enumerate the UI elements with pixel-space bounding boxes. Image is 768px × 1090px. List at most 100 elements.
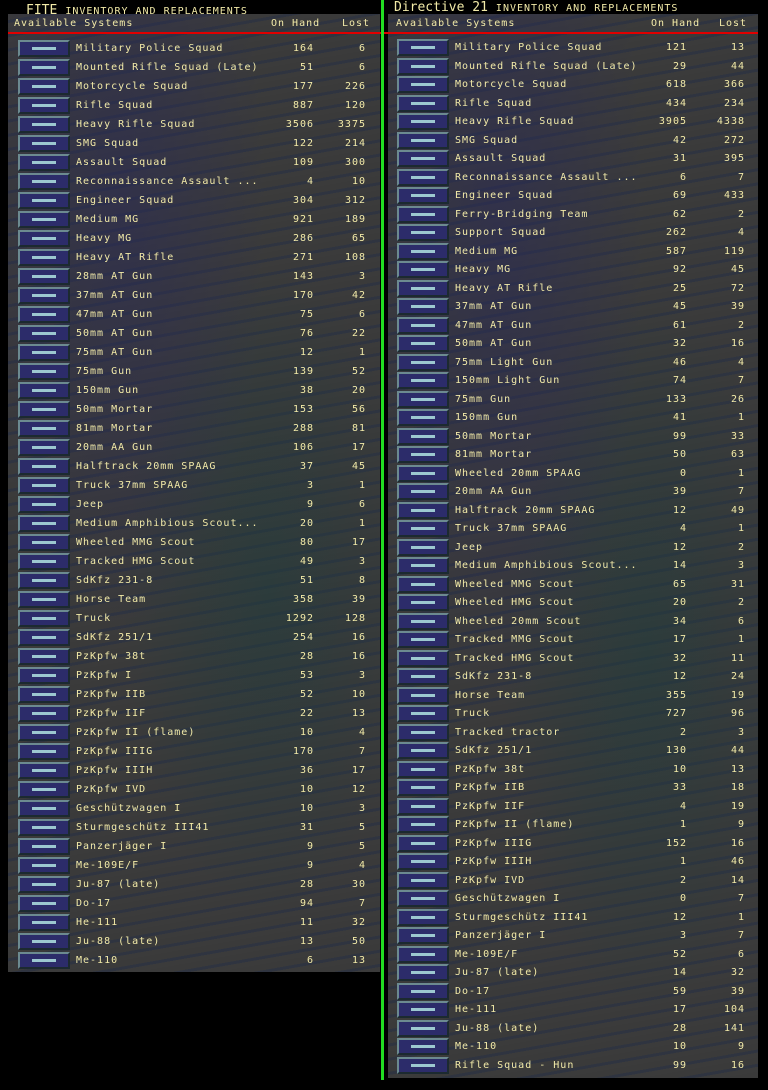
unit-icon[interactable] (397, 538, 449, 556)
unit-icon[interactable] (18, 477, 70, 494)
unit-icon[interactable] (18, 382, 70, 399)
unit-icon[interactable] (397, 150, 449, 167)
unit-icon[interactable] (18, 268, 70, 285)
unit-icon[interactable] (397, 927, 449, 944)
unit-icon[interactable] (397, 131, 449, 149)
unit-icon[interactable] (18, 648, 70, 665)
unit-icon[interactable] (18, 610, 70, 627)
unit-icon[interactable] (18, 534, 70, 551)
unit-icon[interactable] (397, 742, 449, 759)
unit-icon[interactable] (397, 908, 449, 926)
unit-icon[interactable] (397, 797, 449, 815)
unit-icon[interactable] (18, 78, 70, 95)
unit-icon[interactable] (397, 982, 449, 1000)
unit-icon[interactable] (18, 933, 70, 950)
unit-icon[interactable] (18, 819, 70, 836)
unit-icon[interactable] (18, 420, 70, 437)
unit-icon[interactable] (397, 834, 449, 852)
unit-icon[interactable] (397, 464, 449, 482)
unit-icon[interactable] (18, 211, 70, 228)
unit-icon[interactable] (18, 173, 70, 190)
unit-icon[interactable] (18, 876, 70, 893)
unit-icon[interactable] (18, 439, 70, 456)
unit-icon[interactable] (18, 724, 70, 741)
unit-icon[interactable] (397, 760, 449, 778)
unit-icon[interactable] (397, 94, 449, 112)
unit-icon[interactable] (397, 945, 449, 963)
unit-icon[interactable] (397, 261, 449, 278)
unit-icon[interactable] (397, 76, 449, 93)
unit-icon[interactable] (397, 427, 449, 445)
unit-icon[interactable] (18, 800, 70, 817)
unit-icon[interactable] (397, 1056, 449, 1074)
unit-icon[interactable] (397, 279, 449, 297)
unit-icon[interactable] (18, 515, 70, 532)
unit-icon[interactable] (397, 390, 449, 408)
unit-icon[interactable] (397, 649, 449, 667)
unit-icon[interactable] (18, 496, 70, 513)
unit-icon[interactable] (397, 686, 449, 704)
unit-icon[interactable] (397, 816, 449, 833)
unit-icon[interactable] (397, 612, 449, 630)
unit-icon[interactable] (18, 306, 70, 323)
unit-icon[interactable] (397, 335, 449, 352)
unit-icon[interactable] (397, 242, 449, 260)
unit-icon[interactable] (18, 97, 70, 114)
unit-icon[interactable] (18, 249, 70, 266)
unit-icon[interactable] (397, 890, 449, 907)
unit-icon[interactable] (18, 325, 70, 342)
unit-icon[interactable] (18, 401, 70, 418)
unit-icon[interactable] (397, 871, 449, 889)
unit-icon[interactable] (18, 192, 70, 209)
unit-icon[interactable] (18, 686, 70, 703)
unit-icon[interactable] (18, 667, 70, 684)
unit-icon[interactable] (18, 287, 70, 304)
unit-icon[interactable] (18, 363, 70, 380)
unit-icon[interactable] (18, 914, 70, 931)
unit-icon[interactable] (397, 409, 449, 426)
unit-icon[interactable] (397, 224, 449, 241)
unit-icon[interactable] (397, 501, 449, 519)
unit-icon[interactable] (397, 853, 449, 870)
unit-icon[interactable] (397, 520, 449, 537)
unit-icon[interactable] (397, 575, 449, 593)
unit-icon[interactable] (397, 113, 449, 130)
unit-icon[interactable] (397, 187, 449, 204)
unit-icon[interactable] (18, 781, 70, 798)
unit-icon[interactable] (18, 591, 70, 608)
unit-icon[interactable] (397, 1038, 449, 1055)
unit-icon[interactable] (397, 594, 449, 611)
unit-icon[interactable] (397, 631, 449, 648)
unit-icon[interactable] (18, 116, 70, 133)
unit-icon[interactable] (397, 446, 449, 463)
unit-icon[interactable] (397, 557, 449, 574)
unit-icon[interactable] (18, 952, 70, 969)
unit-icon[interactable] (397, 316, 449, 334)
unit-icon[interactable] (18, 553, 70, 570)
unit-icon[interactable] (18, 344, 70, 361)
unit-icon[interactable] (18, 705, 70, 722)
unit-icon[interactable] (18, 572, 70, 589)
unit-icon[interactable] (397, 298, 449, 315)
unit-icon[interactable] (18, 857, 70, 874)
unit-icon[interactable] (397, 1019, 449, 1037)
unit-icon[interactable] (397, 483, 449, 500)
unit-icon[interactable] (18, 458, 70, 475)
unit-icon[interactable] (18, 230, 70, 247)
unit-icon[interactable] (397, 39, 449, 56)
unit-icon[interactable] (18, 40, 70, 57)
unit-icon[interactable] (397, 57, 449, 75)
unit-icon[interactable] (397, 705, 449, 722)
unit-icon[interactable] (18, 154, 70, 171)
unit-icon[interactable] (397, 964, 449, 981)
unit-icon[interactable] (18, 743, 70, 760)
unit-icon[interactable] (397, 353, 449, 371)
unit-icon[interactable] (397, 372, 449, 389)
unit-icon[interactable] (397, 668, 449, 685)
unit-icon[interactable] (397, 779, 449, 796)
unit-icon[interactable] (397, 205, 449, 223)
unit-icon[interactable] (18, 762, 70, 779)
unit-icon[interactable] (397, 723, 449, 741)
unit-icon[interactable] (18, 895, 70, 912)
unit-icon[interactable] (18, 838, 70, 855)
